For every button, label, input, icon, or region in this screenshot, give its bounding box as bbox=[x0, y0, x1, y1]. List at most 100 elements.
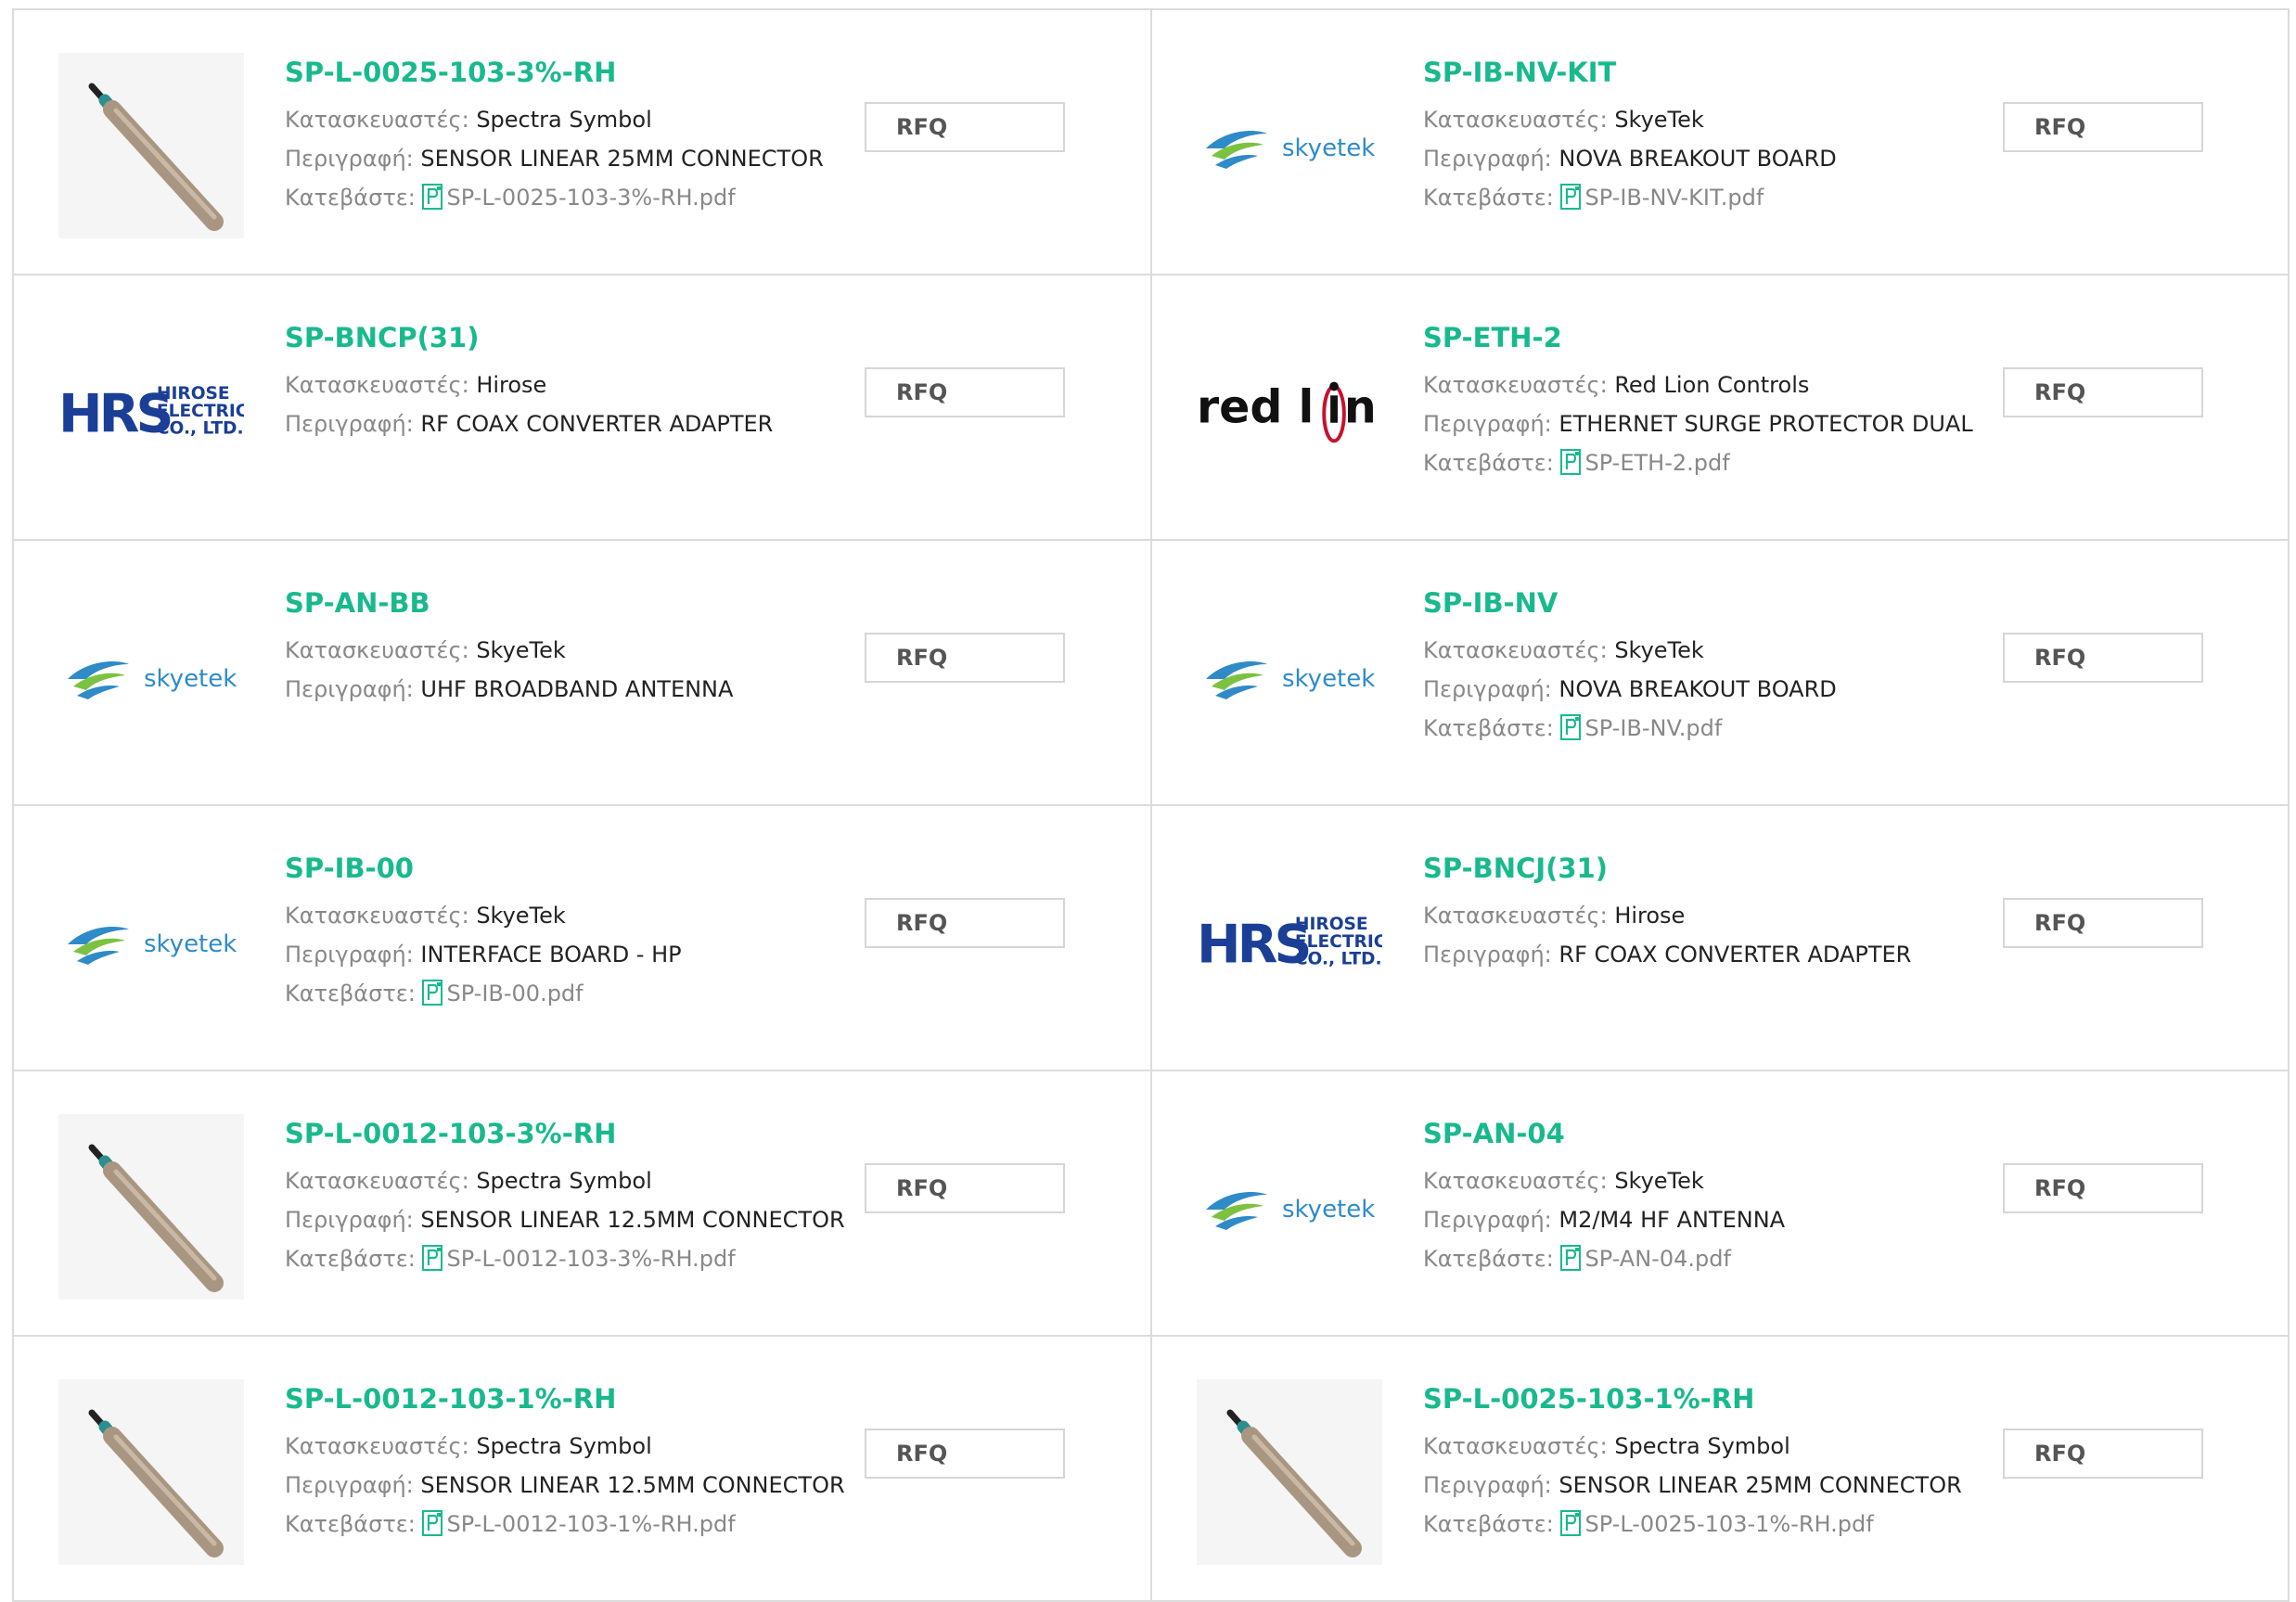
description-value: ETHERNET SURGE PROTECTOR DUAL bbox=[1558, 411, 1973, 437]
manufacturer-label: Κατασκευαστές: bbox=[285, 903, 469, 929]
rfq-button[interactable]: RFQ bbox=[865, 367, 1065, 417]
skyetek-logo[interactable]: skyetek bbox=[58, 583, 244, 769]
hirose-logo[interactable]: HRS HIROSE ELECTRIC CO., LTD. bbox=[1197, 849, 1382, 1034]
datasheet-link[interactable]: SP-ETH-2.pdf bbox=[1584, 450, 1729, 476]
product-info: SP-L-0025-103-1%-RH Κατασκευαστές: Spectr… bbox=[1423, 1380, 2017, 1544]
skyetek-logo[interactable]: skyetek bbox=[1197, 1114, 1382, 1300]
description-value: M2/M4 HF ANTENNA bbox=[1558, 1207, 1786, 1233]
rfq-button[interactable]: RFQ bbox=[2003, 1429, 2203, 1479]
manufacturer-label: Κατασκευαστές: bbox=[285, 372, 469, 398]
manufacturer-row: Κατασκευαστές: Spectra Symbol bbox=[1423, 1427, 2017, 1466]
svg-text:HRS: HRS bbox=[1197, 915, 1309, 974]
download-label: Κατεβάστε: bbox=[1423, 1246, 1554, 1272]
hirose-logo[interactable]: HRS HIROSE ELECTRIC CO., LTD. bbox=[58, 318, 244, 504]
sensor-rod-image[interactable] bbox=[58, 53, 244, 238]
product-card: skyetek SP-AN-04 Κατασκευαστές: SkyeTek Περ… bbox=[1152, 1071, 2290, 1337]
download-label: Κατεβάστε: bbox=[1423, 1511, 1554, 1537]
download-row: Κατεβάστε: SP-IB-00.pdf bbox=[285, 974, 879, 1013]
product-info: SP-L-0012-103-1%-RH Κατασκευαστές: Spectr… bbox=[285, 1380, 879, 1544]
download-label: Κατεβάστε: bbox=[285, 185, 416, 211]
manufacturer-value: Hirose bbox=[1614, 903, 1686, 929]
rfq-button[interactable]: RFQ bbox=[2003, 633, 2203, 683]
description-value: RF COAX CONVERTER ADAPTER bbox=[1558, 942, 1912, 968]
manufacturer-label: Κατασκευαστές: bbox=[285, 637, 469, 663]
description-value: UHF BROADBAND ANTENNA bbox=[420, 676, 734, 702]
rfq-button[interactable]: RFQ bbox=[2003, 898, 2203, 948]
download-label: Κατεβάστε: bbox=[1423, 450, 1554, 476]
svg-text:skyetek: skyetek bbox=[1282, 665, 1375, 693]
download-label: Κατεβάστε: bbox=[285, 980, 416, 1006]
product-card: HRS HIROSE ELECTRIC CO., LTD. SP-BNCJ(31) Κατ… bbox=[1152, 806, 2290, 1071]
part-number-link[interactable]: SP-IB-NV bbox=[1423, 584, 2017, 622]
rfq-button[interactable]: RFQ bbox=[865, 898, 1065, 948]
part-number-link[interactable]: SP-IB-00 bbox=[285, 850, 879, 887]
datasheet-link[interactable]: SP-L-0025-103-1%-RH.pdf bbox=[1584, 1511, 1873, 1537]
rfq-button[interactable]: RFQ bbox=[865, 1163, 1065, 1213]
datasheet-link[interactable]: SP-L-0012-103-3%-RH.pdf bbox=[446, 1246, 735, 1272]
product-info: SP-IB-NV-KIT Κατασκευαστές: SkyeTek Περιγρ… bbox=[1423, 54, 2017, 217]
part-number-link[interactable]: SP-IB-NV-KIT bbox=[1423, 54, 2017, 91]
svg-text:skyetek: skyetek bbox=[1282, 1196, 1375, 1224]
rfq-button[interactable]: RFQ bbox=[2003, 367, 2203, 417]
manufacturer-value: SkyeTek bbox=[476, 903, 566, 929]
description-label: Περιγραφή: bbox=[1423, 676, 1552, 702]
datasheet-link[interactable]: SP-IB-NV-KIT.pdf bbox=[1584, 185, 1764, 211]
svg-text:HRS: HRS bbox=[58, 384, 171, 443]
product-card: SP-L-0012-103-1%-RH Κατασκευαστές: Spectr… bbox=[14, 1337, 1152, 1602]
sensor-rod-image[interactable] bbox=[1197, 1379, 1382, 1565]
description-label: Περιγραφή: bbox=[285, 676, 414, 702]
part-number-link[interactable]: SP-BNCJ(31) bbox=[1423, 850, 2017, 887]
rfq-button[interactable]: RFQ bbox=[2003, 1163, 2203, 1213]
datasheet-link[interactable]: SP-IB-00.pdf bbox=[446, 980, 583, 1006]
datasheet-link[interactable]: SP-AN-04.pdf bbox=[1584, 1246, 1730, 1272]
part-number-link[interactable]: SP-L-0012-103-1%-RH bbox=[285, 1380, 879, 1417]
description-value: SENSOR LINEAR 12.5MM CONNECTOR bbox=[420, 1472, 845, 1498]
part-number-link[interactable]: SP-L-0025-103-3%-RH bbox=[285, 54, 879, 91]
download-label: Κατεβάστε: bbox=[1423, 185, 1554, 211]
pdf-icon bbox=[422, 980, 443, 1006]
download-row: Κατεβάστε: SP-L-0025-103-1%-RH.pdf bbox=[1423, 1505, 2017, 1544]
rfq-button[interactable]: RFQ bbox=[865, 1429, 1065, 1479]
manufacturer-label: Κατασκευαστές: bbox=[285, 107, 469, 133]
manufacturer-row: Κατασκευαστές: Spectra Symbol bbox=[285, 100, 879, 139]
description-value: INTERFACE BOARD - HP bbox=[420, 942, 682, 968]
product-info: SP-L-0025-103-3%-RH Κατασκευαστές: Spectr… bbox=[285, 54, 879, 217]
datasheet-link[interactable]: SP-L-0012-103-1%-RH.pdf bbox=[446, 1511, 735, 1537]
part-number-link[interactable]: SP-BNCP(31) bbox=[285, 319, 879, 356]
redlion-logo[interactable]: red l n bbox=[1197, 318, 1382, 504]
description-label: Περιγραφή: bbox=[285, 1207, 414, 1233]
product-card: HRS HIROSE ELECTRIC CO., LTD. SP-BNCP(31) Κατ… bbox=[14, 276, 1152, 541]
product-card: SP-L-0012-103-3%-RH Κατασκευαστές: Spectr… bbox=[14, 1071, 1152, 1337]
rfq-button[interactable]: RFQ bbox=[865, 633, 1065, 683]
manufacturer-value: SkyeTek bbox=[476, 637, 566, 663]
manufacturer-value: Red Lion Controls bbox=[1614, 372, 1810, 398]
pdf-icon bbox=[422, 1510, 443, 1536]
rfq-button[interactable]: RFQ bbox=[865, 102, 1065, 152]
description-label: Περιγραφή: bbox=[285, 1472, 414, 1498]
product-card: skyetek SP-IB-NV-KIT Κατασκευαστές: SkyeTe… bbox=[1152, 10, 2290, 276]
part-number-link[interactable]: SP-L-0025-103-1%-RH bbox=[1423, 1380, 2017, 1417]
description-row: Περιγραφή: M2/M4 HF ANTENNA bbox=[1423, 1200, 2017, 1239]
product-card: skyetek SP-IB-NV Κατασκευαστές: SkyeTek Περ… bbox=[1152, 541, 2290, 806]
product-info: SP-IB-00 Κατασκευαστές: SkyeTek Περιγραφή:… bbox=[285, 850, 879, 1013]
datasheet-link[interactable]: SP-IB-NV.pdf bbox=[1584, 715, 1722, 741]
datasheet-link[interactable]: SP-L-0025-103-3%-RH.pdf bbox=[446, 185, 735, 211]
skyetek-logo[interactable]: skyetek bbox=[58, 849, 244, 1034]
part-number-link[interactable]: SP-AN-BB bbox=[285, 584, 879, 622]
svg-text:n: n bbox=[1344, 381, 1377, 434]
product-card: red l n SP-ETH-2 Κατασκευαστές: Red Lion Co… bbox=[1152, 276, 2290, 541]
part-number-link[interactable]: SP-ETH-2 bbox=[1423, 319, 2017, 356]
manufacturer-value: SkyeTek bbox=[1614, 107, 1704, 133]
part-number-link[interactable]: SP-AN-04 bbox=[1423, 1115, 2017, 1152]
sensor-rod-image[interactable] bbox=[58, 1114, 244, 1300]
manufacturer-label: Κατασκευαστές: bbox=[1423, 107, 1608, 133]
pdf-icon bbox=[1560, 1245, 1582, 1271]
skyetek-logo[interactable]: skyetek bbox=[1197, 583, 1382, 769]
sensor-rod-image[interactable] bbox=[58, 1379, 244, 1565]
part-number-link[interactable]: SP-L-0012-103-3%-RH bbox=[285, 1115, 879, 1152]
rfq-button[interactable]: RFQ bbox=[2003, 102, 2203, 152]
download-row: Κατεβάστε: SP-L-0012-103-1%-RH.pdf bbox=[285, 1505, 879, 1544]
product-card: SP-L-0025-103-1%-RH Κατασκευαστές: Spectr… bbox=[1152, 1337, 2290, 1602]
manufacturer-label: Κατασκευαστές: bbox=[1423, 372, 1608, 398]
skyetek-logo[interactable]: skyetek bbox=[1197, 53, 1382, 238]
